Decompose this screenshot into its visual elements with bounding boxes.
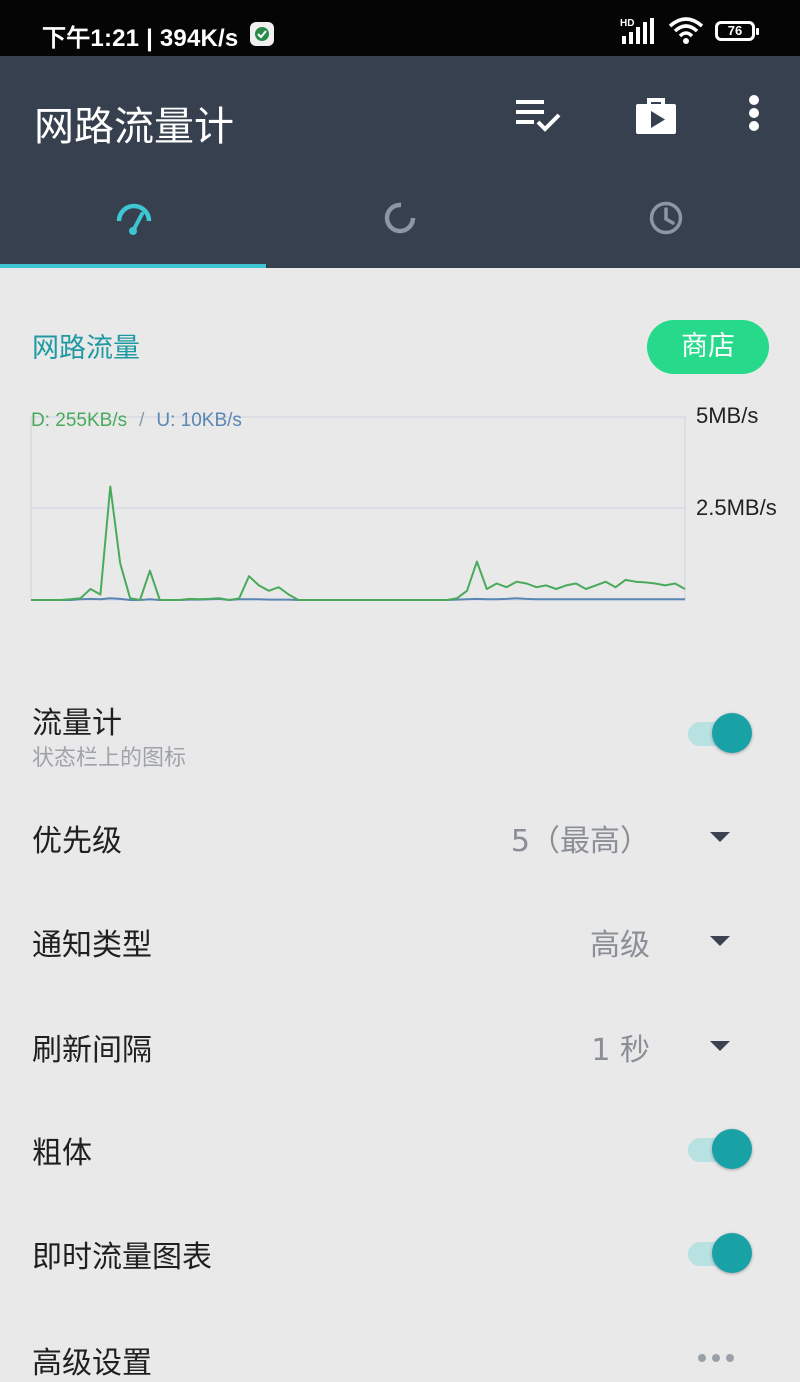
chart-legend: D: 255KB/s / U: 10KB/s xyxy=(31,410,242,432)
speedometer-icon xyxy=(116,203,152,235)
status-time: 下午1:21 | 394K/s xyxy=(42,25,239,52)
setting-refresh-value: 1 秒 xyxy=(591,1033,650,1068)
setting-notify-type-value: 高级 xyxy=(590,928,650,963)
history-clock-icon xyxy=(649,201,683,235)
dropdown-arrow-icon[interactable] xyxy=(710,1041,730,1051)
tab-indicator xyxy=(0,264,266,268)
checklist-button[interactable] xyxy=(512,92,564,144)
setting-advanced[interactable]: 高级设置 xyxy=(0,1320,800,1381)
bold-toggle[interactable] xyxy=(688,1128,754,1170)
y-tick-mid: 2.5MB/s xyxy=(696,495,777,520)
setting-meter-label: 流量计 xyxy=(32,706,122,741)
tab-realtime[interactable] xyxy=(0,172,266,268)
setting-notify-type[interactable]: 通知类型 高级 xyxy=(0,904,800,984)
signal-hd-label: HD xyxy=(620,18,634,29)
download-series-line xyxy=(31,485,686,601)
overflow-menu-button[interactable] xyxy=(730,92,778,144)
checklist-icon xyxy=(516,100,561,132)
more-horiz-icon[interactable] xyxy=(698,1354,736,1366)
status-bar: 下午1:21 | 394K/s HD 76 xyxy=(0,0,800,56)
dropdown-arrow-icon[interactable] xyxy=(710,936,730,946)
toggle-thumb xyxy=(712,1233,752,1273)
dropdown-arrow-icon[interactable] xyxy=(710,832,730,842)
setting-meter[interactable]: 流量计 状态栏上的图标 xyxy=(0,690,800,780)
meter-toggle[interactable] xyxy=(688,712,754,754)
upload-speed: U: 10KB/s xyxy=(156,410,242,431)
live-chart-toggle[interactable] xyxy=(688,1232,754,1274)
more-vert-icon xyxy=(749,95,759,131)
toggle-thumb xyxy=(712,1129,752,1169)
store-button-icon[interactable] xyxy=(630,92,682,144)
toggle-thumb xyxy=(712,713,752,753)
cell-signal-icon: HD xyxy=(620,18,654,44)
app-title: 网路流量计 xyxy=(34,104,234,150)
setting-meter-sub: 状态栏上的图标 xyxy=(32,746,187,771)
setting-notify-type-label: 通知类型 xyxy=(32,928,152,963)
setting-live-chart[interactable]: 即时流量图表 xyxy=(0,1216,800,1296)
app-notification-icon xyxy=(250,22,274,46)
tab-bar xyxy=(0,172,800,268)
store-button[interactable]: 商店 xyxy=(647,320,769,374)
app-bar: 网路流量计 xyxy=(0,56,800,268)
setting-refresh[interactable]: 刷新间隔 1 秒 xyxy=(0,1009,800,1089)
y-tick-top: 5MB/s xyxy=(696,403,759,428)
setting-refresh-label: 刷新间隔 xyxy=(32,1033,152,1068)
download-speed: D: 255KB/s xyxy=(31,410,128,431)
setting-priority-label: 优先级 xyxy=(32,824,122,859)
store-bag-icon xyxy=(636,98,676,134)
setting-bold[interactable]: 粗体 xyxy=(0,1112,800,1192)
wifi-icon xyxy=(668,17,704,44)
tab-history[interactable] xyxy=(532,172,798,268)
setting-live-chart-label: 即时流量图表 xyxy=(32,1240,212,1275)
setting-priority-value: 5（最高） xyxy=(510,824,650,859)
setting-priority[interactable]: 优先级 5（最高） xyxy=(0,800,800,880)
speed-chart: D: 255KB/s / U: 10KB/s 5MB/s 2.5MB/s xyxy=(0,395,800,625)
setting-bold-label: 粗体 xyxy=(32,1136,92,1171)
data-usage-icon xyxy=(384,202,416,234)
section-title: 网路流量 xyxy=(32,333,140,364)
setting-advanced-label: 高级设置 xyxy=(32,1346,152,1381)
tab-usage[interactable] xyxy=(266,172,532,268)
battery-icon: 76 xyxy=(715,21,759,41)
legend-separator: / xyxy=(139,410,145,431)
